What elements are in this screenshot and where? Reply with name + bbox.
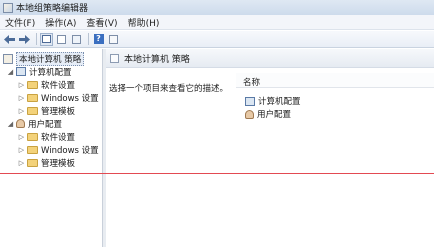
menu-action[interactable]: 操作(A) xyxy=(40,16,81,29)
collapsed-triangle-icon[interactable]: ▷ xyxy=(18,94,25,102)
collapsed-triangle-icon[interactable]: ▷ xyxy=(18,107,25,115)
folder-icon xyxy=(27,80,38,89)
window-title: 本地组策略编辑器 xyxy=(16,4,89,14)
title-bar: 本地组策略编辑器 xyxy=(0,0,434,15)
menu-help[interactable]: 帮助(H) xyxy=(123,16,165,29)
toolbar-separator xyxy=(36,33,37,45)
tree-item-label: 计算机配置 xyxy=(29,67,72,78)
collapsed-triangle-icon[interactable]: ▷ xyxy=(18,81,25,89)
tree-item-label: 软件设置 xyxy=(41,132,76,143)
column-header-name[interactable]: 名称 xyxy=(236,73,434,88)
tree-item-user-admin-templates[interactable]: ▷ 管理模板 xyxy=(18,156,75,169)
tree-item-label: 管理模板 xyxy=(41,106,76,117)
back-arrow-icon[interactable] xyxy=(3,33,16,46)
menu-file[interactable]: 文件(F) xyxy=(0,16,40,29)
tree-item-admin-templates[interactable]: ▷ 管理模板 xyxy=(18,104,75,117)
toolbar: ? xyxy=(0,31,434,48)
tree-item-label: 本地计算机 策略 xyxy=(16,51,85,66)
details-title: 本地计算机 策略 xyxy=(124,54,190,65)
tree-item-label: Windows 设置 xyxy=(41,145,99,156)
user-icon xyxy=(16,119,25,128)
tree-item-user-software-settings[interactable]: ▷ 软件设置 xyxy=(18,130,75,143)
expanded-triangle-icon[interactable]: ◢ xyxy=(7,68,14,76)
properties-icon[interactable] xyxy=(55,33,68,46)
policy-root-icon xyxy=(3,53,13,64)
computer-icon xyxy=(245,96,255,106)
tree-item-computer-config[interactable]: ◢ 计算机配置 xyxy=(7,65,72,78)
console-icon[interactable] xyxy=(107,33,120,46)
collapsed-triangle-icon[interactable]: ▷ xyxy=(18,146,25,154)
list-item-computer-config[interactable]: 计算机配置 xyxy=(245,95,301,107)
help-icon[interactable]: ? xyxy=(92,33,105,46)
menu-bar: 文件(F) 操作(A) 查看(V) 帮助(H) xyxy=(0,15,434,30)
export-list-icon[interactable] xyxy=(70,33,83,46)
red-divider-line xyxy=(0,173,434,174)
tree-item-label: 管理模板 xyxy=(41,158,76,169)
forward-arrow-icon[interactable] xyxy=(18,33,31,46)
collapsed-triangle-icon[interactable]: ▷ xyxy=(18,159,25,167)
toolbar-separator xyxy=(88,33,89,45)
details-pane: 本地计算机 策略 选择一个项目来查看它的描述。 名称 计算机配置 用户配置 xyxy=(106,49,434,247)
policy-icon xyxy=(110,53,119,63)
folder-icon xyxy=(27,158,38,167)
tree-item-label: 用户配置 xyxy=(28,119,63,130)
tree-item-label: 软件设置 xyxy=(41,80,76,91)
list-item-user-config[interactable]: 用户配置 xyxy=(245,108,291,120)
tree-item-user-config[interactable]: ◢ 用户配置 xyxy=(7,117,62,130)
folder-icon xyxy=(27,145,38,154)
tree-item-user-windows-settings[interactable]: ▷ Windows 设置 xyxy=(18,143,99,156)
column-header-label: 名称 xyxy=(243,78,261,88)
collapsed-triangle-icon[interactable]: ▷ xyxy=(18,133,25,141)
show-tree-icon[interactable] xyxy=(40,32,53,46)
folder-icon xyxy=(27,106,38,115)
tree-pane: 本地计算机 策略 ◢ 计算机配置 ▷ 软件设置 ▷ Windows 设置 ▷ 管… xyxy=(0,49,103,247)
app-icon xyxy=(3,2,13,13)
tree-item-software-settings[interactable]: ▷ 软件设置 xyxy=(18,78,75,91)
folder-icon xyxy=(27,93,38,102)
list-item-label: 用户配置 xyxy=(257,110,292,120)
folder-icon xyxy=(27,132,38,141)
tree-item-windows-settings[interactable]: ▷ Windows 设置 xyxy=(18,91,99,104)
description-text: 选择一个项目来查看它的描述。 xyxy=(109,84,229,94)
menu-view[interactable]: 查看(V) xyxy=(81,16,122,29)
expanded-triangle-icon[interactable]: ◢ xyxy=(7,120,14,128)
user-icon xyxy=(245,109,254,119)
tree-item-label: Windows 设置 xyxy=(41,93,99,104)
computer-icon xyxy=(16,67,26,76)
tree-item-root[interactable]: 本地计算机 策略 xyxy=(3,51,85,66)
details-header: 本地计算机 策略 xyxy=(106,49,434,68)
list-item-label: 计算机配置 xyxy=(258,97,301,107)
